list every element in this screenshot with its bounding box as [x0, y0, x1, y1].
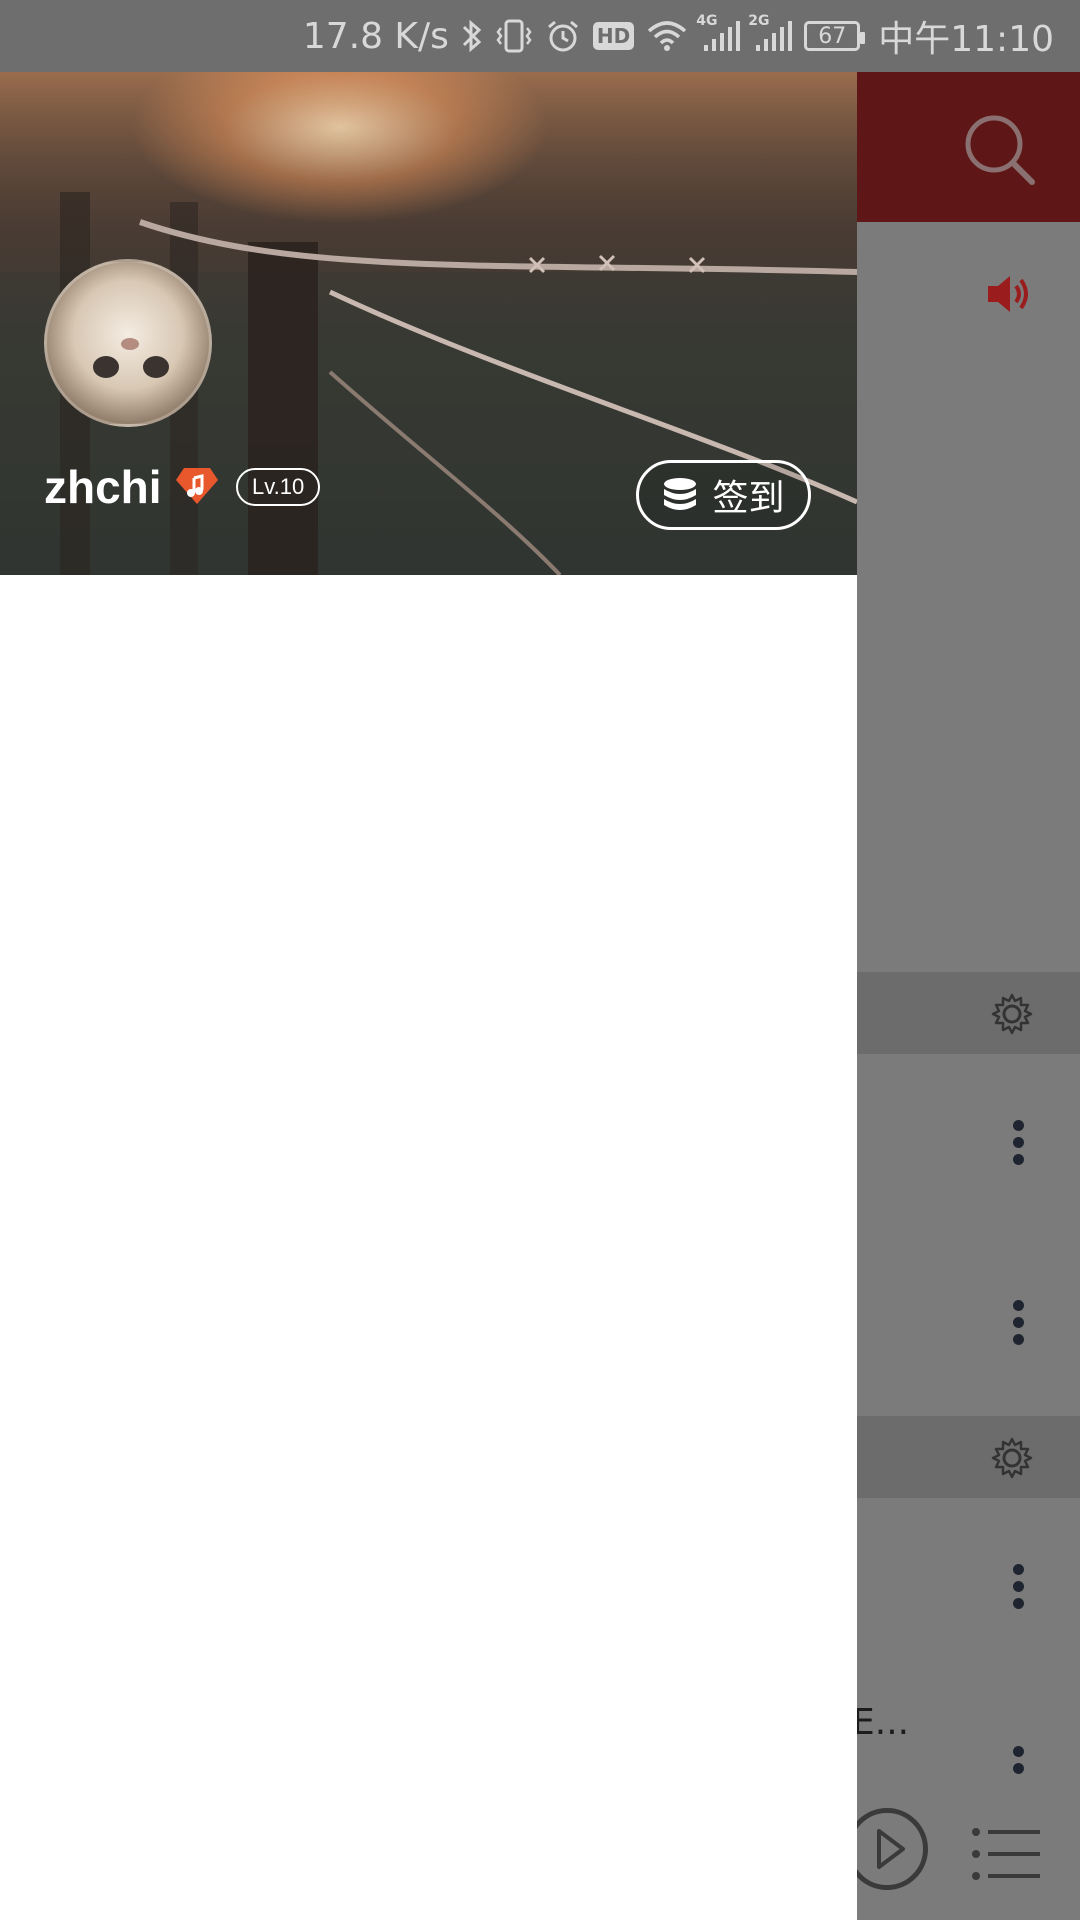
more-vert-icon[interactable]	[1008, 1120, 1028, 1172]
drawer-header: zhchi Lv.10 签到	[0, 72, 857, 575]
more-vert-icon[interactable]	[1008, 1746, 1028, 1798]
gear-icon[interactable]	[990, 1436, 1034, 1480]
alarm-icon	[545, 18, 581, 54]
net-type-4g: 4G	[696, 13, 718, 29]
playlist-icon[interactable]	[970, 1826, 1042, 1882]
wifi-icon	[646, 19, 688, 53]
net-type-2g: 2G	[748, 13, 770, 29]
battery-indicator: 67	[804, 21, 866, 51]
play-icon[interactable]	[846, 1808, 928, 1890]
signal-4g-icon: 4G	[696, 13, 741, 53]
signin-button[interactable]: 签到	[636, 460, 811, 530]
more-vert-icon[interactable]	[1008, 1300, 1028, 1352]
hd-badge: HD	[592, 22, 635, 50]
speaker-icon[interactable]	[984, 270, 1032, 318]
more-vert-icon[interactable]	[1008, 1564, 1028, 1616]
clock: 中午11:10	[878, 19, 1054, 60]
username[interactable]: zhchi	[44, 460, 162, 514]
net-speed: 17.8 K/s	[302, 15, 449, 57]
navigation-drawer: zhchi Lv.10 签到	[0, 72, 857, 1920]
status-bar: 17.8 K/s HD 4G 2G 67 中午11:10	[0, 0, 1080, 72]
signal-2g-icon: 2G	[748, 13, 793, 53]
level-badge[interactable]: Lv.10	[236, 468, 321, 506]
coin-icon	[662, 477, 698, 513]
vip-badge-icon[interactable]	[174, 466, 220, 506]
truncated-song-title: E...	[852, 1702, 910, 1743]
gear-icon[interactable]	[990, 992, 1034, 1036]
signin-label: 签到	[712, 478, 785, 519]
search-icon[interactable]	[960, 110, 1040, 190]
vibrate-icon	[495, 18, 533, 54]
bluetooth-icon	[461, 18, 483, 54]
user-avatar[interactable]	[44, 259, 212, 427]
